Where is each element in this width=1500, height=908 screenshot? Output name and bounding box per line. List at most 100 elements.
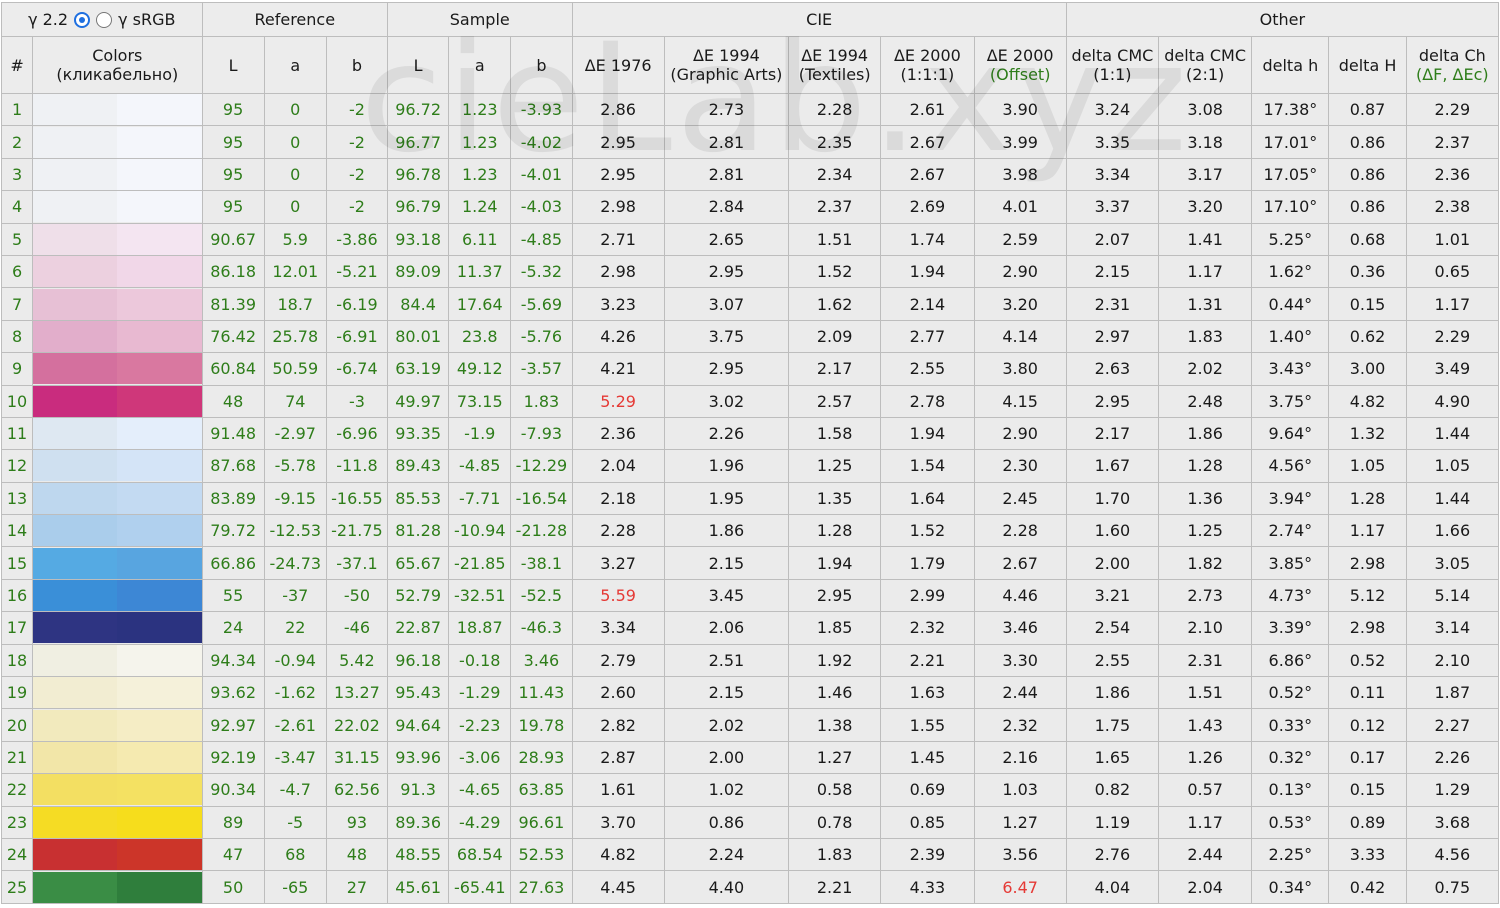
- sample-swatch[interactable]: [117, 515, 202, 546]
- gamma-srgb-radio[interactable]: [96, 11, 113, 28]
- sample-swatch[interactable]: [117, 321, 202, 352]
- reference-swatch[interactable]: [33, 353, 118, 385]
- reference-swatch[interactable]: [33, 612, 118, 644]
- sample-swatch[interactable]: [117, 483, 202, 514]
- reference-swatch[interactable]: [33, 224, 118, 255]
- gamma-22-radio[interactable]: [74, 11, 91, 28]
- color-swatch[interactable]: [33, 321, 202, 352]
- color-swatch[interactable]: [33, 645, 202, 676]
- reference-swatch[interactable]: [33, 580, 118, 611]
- reference-swatch[interactable]: [33, 839, 118, 870]
- reference-swatch[interactable]: [33, 677, 118, 708]
- color-swatch[interactable]: [33, 288, 202, 320]
- color-swatch-cell[interactable]: [32, 384, 203, 418]
- color-swatch-cell[interactable]: [32, 546, 203, 580]
- color-swatch-cell[interactable]: [32, 676, 203, 710]
- color-swatch-cell[interactable]: [32, 416, 203, 451]
- color-swatch-cell[interactable]: [32, 157, 203, 192]
- color-swatch[interactable]: [33, 677, 202, 708]
- reference-swatch[interactable]: [33, 871, 118, 903]
- reference-swatch[interactable]: [33, 418, 118, 449]
- color-swatch-cell[interactable]: [32, 740, 203, 775]
- sample-swatch[interactable]: [117, 288, 202, 320]
- sample-swatch[interactable]: [117, 774, 202, 806]
- color-swatch-cell[interactable]: [32, 287, 203, 321]
- color-swatch[interactable]: [33, 807, 202, 838]
- reference-swatch[interactable]: [33, 515, 118, 546]
- reference-swatch[interactable]: [33, 807, 118, 838]
- color-swatch[interactable]: [33, 612, 202, 644]
- reference-swatch[interactable]: [33, 645, 118, 676]
- reference-swatch[interactable]: [33, 256, 118, 287]
- color-swatch[interactable]: [33, 191, 202, 223]
- sample-swatch[interactable]: [117, 191, 202, 223]
- reference-swatch[interactable]: [33, 742, 118, 773]
- reference-swatch[interactable]: [33, 483, 118, 514]
- color-swatch-cell[interactable]: [32, 611, 203, 645]
- sample-swatch[interactable]: [117, 224, 202, 255]
- sample-swatch[interactable]: [117, 709, 202, 741]
- reference-swatch[interactable]: [33, 126, 118, 158]
- reference-swatch[interactable]: [33, 94, 118, 125]
- reference-swatch[interactable]: [33, 709, 118, 741]
- color-swatch-cell[interactable]: [32, 514, 203, 548]
- sample-swatch[interactable]: [117, 612, 202, 644]
- reference-swatch[interactable]: [33, 450, 118, 482]
- sample-swatch[interactable]: [117, 580, 202, 611]
- color-swatch-cell[interactable]: [32, 805, 203, 839]
- color-swatch[interactable]: [33, 515, 202, 546]
- color-swatch[interactable]: [33, 483, 202, 514]
- color-swatch-cell[interactable]: [32, 352, 203, 386]
- reference-swatch[interactable]: [33, 191, 118, 223]
- color-swatch-cell[interactable]: [32, 92, 203, 127]
- color-swatch-cell[interactable]: [32, 837, 203, 872]
- reference-swatch[interactable]: [33, 547, 118, 579]
- color-swatch[interactable]: [33, 94, 202, 125]
- color-swatch[interactable]: [33, 839, 202, 870]
- color-swatch-cell[interactable]: [32, 125, 203, 159]
- sample-swatch[interactable]: [117, 871, 202, 903]
- color-swatch-cell[interactable]: [32, 449, 203, 483]
- sample-swatch[interactable]: [117, 807, 202, 838]
- color-swatch-cell[interactable]: [32, 773, 203, 807]
- sample-swatch[interactable]: [117, 126, 202, 158]
- color-swatch[interactable]: [33, 547, 202, 579]
- color-swatch-cell[interactable]: [32, 222, 203, 256]
- color-swatch-cell[interactable]: [32, 481, 203, 516]
- reference-swatch[interactable]: [33, 321, 118, 352]
- reference-swatch[interactable]: [33, 159, 118, 190]
- color-swatch[interactable]: [33, 774, 202, 806]
- color-swatch-cell[interactable]: [32, 319, 203, 354]
- sample-swatch[interactable]: [117, 418, 202, 449]
- color-swatch-cell[interactable]: [32, 190, 203, 224]
- sample-swatch[interactable]: [117, 450, 202, 482]
- color-swatch[interactable]: [33, 353, 202, 385]
- color-swatch-cell[interactable]: [32, 708, 203, 742]
- sample-swatch[interactable]: [117, 256, 202, 287]
- color-swatch[interactable]: [33, 224, 202, 255]
- color-swatch-cell[interactable]: [32, 870, 203, 904]
- color-swatch[interactable]: [33, 418, 202, 449]
- sample-swatch[interactable]: [117, 645, 202, 676]
- color-swatch-cell[interactable]: [32, 254, 203, 289]
- color-swatch[interactable]: [33, 386, 202, 417]
- color-swatch-cell[interactable]: [32, 643, 203, 678]
- color-swatch[interactable]: [33, 126, 202, 158]
- color-swatch[interactable]: [33, 256, 202, 287]
- reference-swatch[interactable]: [33, 288, 118, 320]
- sample-swatch[interactable]: [117, 839, 202, 870]
- sample-swatch[interactable]: [117, 677, 202, 708]
- sample-swatch[interactable]: [117, 159, 202, 190]
- sample-swatch[interactable]: [117, 94, 202, 125]
- color-swatch[interactable]: [33, 871, 202, 903]
- reference-swatch[interactable]: [33, 774, 118, 806]
- color-swatch-cell[interactable]: [32, 578, 203, 613]
- color-swatch[interactable]: [33, 742, 202, 773]
- color-swatch[interactable]: [33, 159, 202, 190]
- sample-swatch[interactable]: [117, 742, 202, 773]
- color-swatch[interactable]: [33, 450, 202, 482]
- sample-swatch[interactable]: [117, 353, 202, 385]
- sample-swatch[interactable]: [117, 547, 202, 579]
- color-swatch[interactable]: [33, 580, 202, 611]
- reference-swatch[interactable]: [33, 386, 118, 417]
